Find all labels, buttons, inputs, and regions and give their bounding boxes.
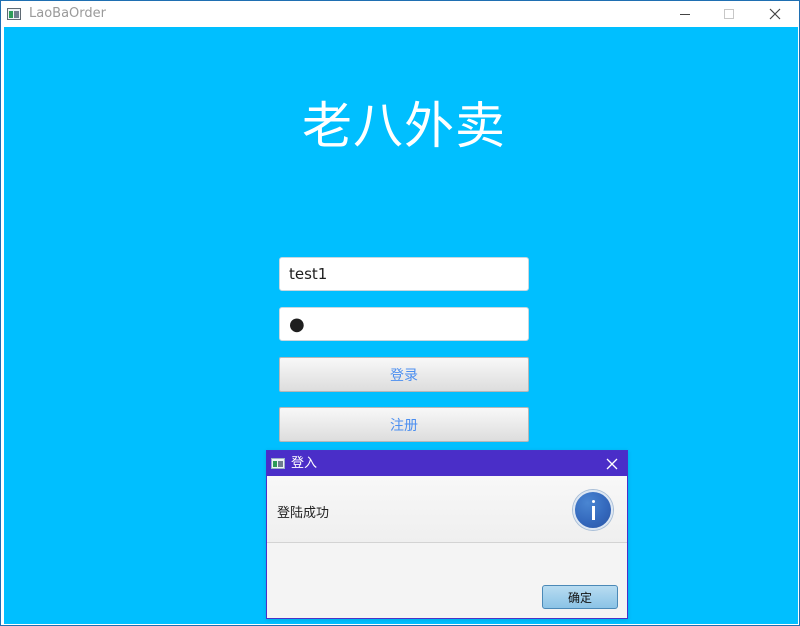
dialog-close-icon (606, 458, 618, 469)
dialog-icon-right-pane (278, 461, 283, 467)
dialog-icon-left-pane (273, 461, 277, 467)
minimize-icon (680, 13, 690, 15)
info-icon (573, 490, 613, 530)
close-icon (769, 8, 781, 20)
minimize-button[interactable] (662, 1, 708, 27)
window-title: LaoBaOrder (29, 6, 106, 21)
login-success-dialog: 登入 登陆成功 确定 (266, 450, 628, 619)
dialog-close-button[interactable] (597, 451, 627, 476)
username-value: test1 (289, 265, 328, 283)
ok-button[interactable]: 确定 (542, 585, 618, 609)
brand-title: 老八外卖 (302, 97, 506, 155)
maximize-button[interactable] (706, 1, 752, 27)
info-icon-dot (592, 500, 595, 503)
dialog-message-area: 登陆成功 (267, 476, 627, 543)
app-icon (7, 8, 21, 20)
application-window: LaoBaOrder 老八外卖 test1 ● 登录 注册 登入 登陆成功 确定 (0, 0, 800, 626)
app-icon-left-pane (9, 11, 13, 18)
register-button[interactable]: 注册 (279, 407, 529, 442)
login-button[interactable]: 登录 (279, 357, 529, 392)
dialog-app-icon (271, 458, 285, 469)
dialog-title: 登入 (291, 456, 318, 471)
maximize-icon (724, 9, 734, 19)
username-field[interactable]: test1 (279, 257, 529, 291)
password-mask: ● (289, 313, 306, 335)
dialog-titlebar[interactable]: 登入 (267, 451, 627, 476)
password-field[interactable]: ● (279, 307, 529, 341)
window-titlebar[interactable]: LaoBaOrder (1, 1, 799, 27)
close-button[interactable] (752, 1, 798, 27)
info-icon-stem (592, 506, 595, 520)
dialog-message: 登陆成功 (277, 506, 330, 521)
app-icon-right-pane (14, 11, 19, 18)
